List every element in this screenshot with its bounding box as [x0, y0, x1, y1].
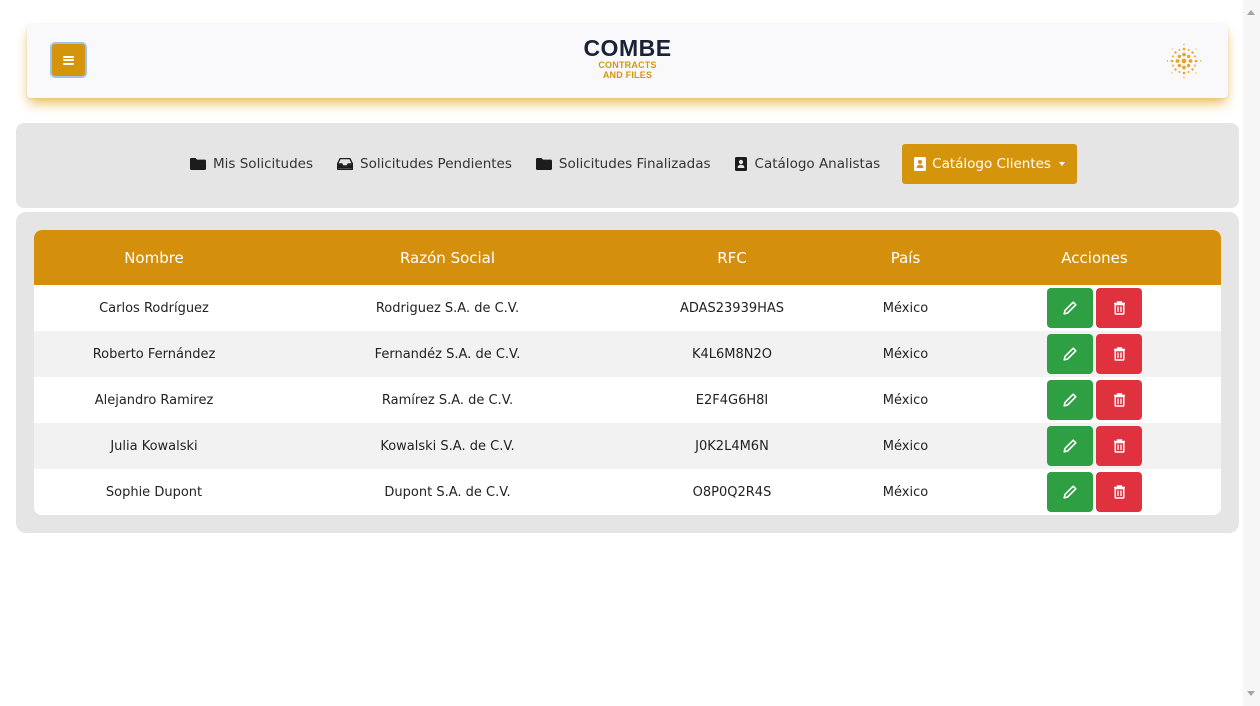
cell-razon-social: Ramírez S.A. de C.V.: [381, 392, 514, 408]
clients-table-container: Nombre Razón Social RFC País Acciones Ca…: [34, 230, 1221, 515]
cell-rfc: J0K2L4M6N: [695, 438, 769, 454]
edit-button[interactable]: [1047, 426, 1093, 466]
cell-rfc: ADAS23939HAS: [679, 300, 785, 316]
header-nombre: Nombre: [124, 248, 184, 267]
cell-nombre: Sophie Dupont: [105, 484, 203, 500]
edit-button[interactable]: [1047, 288, 1093, 328]
main-navbar: Mis Solicitudes Solicitudes Pendientes S…: [16, 123, 1239, 208]
sun-logo-icon: [1166, 43, 1202, 79]
table-row: Alejandro Ramirez Ramírez S.A. de C.V. E…: [34, 377, 1221, 423]
logo-title: COMBE: [583, 35, 672, 61]
cell-rfc: K4L6M8N2O: [691, 346, 773, 362]
cell-razon-social: Rodriguez S.A. de C.V.: [375, 300, 520, 316]
cell-pais: México: [882, 300, 929, 316]
cell-rfc: E2F4G6H8I: [695, 392, 769, 408]
cell-nombre: Julia Kowalski: [110, 438, 198, 454]
nav-label: Mis Solicitudes: [213, 156, 313, 172]
nav-mis-solicitudes[interactable]: Mis Solicitudes: [178, 144, 325, 184]
clients-table: Nombre Razón Social RFC País Acciones Ca…: [34, 230, 1221, 515]
nav-catalogo-analistas[interactable]: Catálogo Analistas: [723, 144, 893, 184]
logo-subtitle-line2: AND FILES: [602, 70, 653, 80]
cell-nombre: Roberto Fernández: [92, 346, 216, 362]
nav-label: Catálogo Analistas: [754, 156, 881, 172]
cell-acciones: [968, 285, 1221, 331]
pencil-icon: [1063, 393, 1077, 407]
table-row: Julia Kowalski Kowalski S.A. de C.V. J0K…: [34, 423, 1221, 469]
contact-book-icon: [914, 157, 927, 171]
cell-pais: México: [882, 484, 929, 500]
table-header-row: Nombre Razón Social RFC País Acciones: [34, 230, 1221, 285]
nav-label: Catálogo Clientes: [932, 156, 1051, 172]
cell-razon-social: Fernandéz S.A. de C.V.: [374, 346, 521, 362]
trash-icon: [1113, 347, 1125, 361]
cell-razon-social: Kowalski S.A. de C.V.: [380, 438, 515, 454]
pencil-icon: [1063, 347, 1077, 361]
delete-button[interactable]: [1096, 288, 1142, 328]
vertical-scrollbar[interactable]: [1243, 0, 1260, 706]
nav-solicitudes-finalizadas[interactable]: Solicitudes Finalizadas: [524, 144, 723, 184]
cell-acciones: [968, 377, 1221, 423]
pencil-icon: [1063, 439, 1077, 453]
folder-icon: [535, 158, 552, 170]
delete-button[interactable]: [1096, 426, 1142, 466]
app-header: COMBE CONTRACTS AND FILES: [27, 24, 1228, 98]
cell-pais: México: [882, 346, 929, 362]
trash-icon: [1113, 393, 1125, 407]
nav-catalogo-clientes-dropdown[interactable]: Catálogo Clientes: [902, 144, 1077, 184]
nav-label: Solicitudes Pendientes: [360, 156, 512, 172]
pencil-icon: [1063, 485, 1077, 499]
edit-button[interactable]: [1047, 334, 1093, 374]
cell-razon-social: Dupont S.A. de C.V.: [384, 484, 511, 500]
trash-icon: [1113, 439, 1125, 453]
cell-acciones: [968, 423, 1221, 469]
cell-acciones: [968, 469, 1221, 515]
delete-button[interactable]: [1096, 334, 1142, 374]
edit-button[interactable]: [1047, 380, 1093, 420]
cell-pais: México: [882, 392, 929, 408]
cell-nombre: Alejandro Ramirez: [94, 392, 214, 408]
cell-nombre: Carlos Rodríguez: [99, 300, 209, 316]
inbox-icon: [337, 158, 353, 170]
table-row: Carlos Rodríguez Rodriguez S.A. de C.V. …: [34, 285, 1221, 331]
folder-icon: [190, 158, 207, 170]
pencil-icon: [1063, 301, 1077, 315]
delete-button[interactable]: [1096, 380, 1142, 420]
cell-rfc: O8P0Q2R4S: [692, 484, 772, 500]
app-logo: COMBE CONTRACTS AND FILES: [27, 36, 1228, 80]
header-rfc: RFC: [717, 248, 747, 267]
nav-solicitudes-pendientes[interactable]: Solicitudes Pendientes: [325, 144, 524, 184]
caret-down-icon: [1058, 162, 1065, 166]
table-row: Sophie Dupont Dupont S.A. de C.V. O8P0Q2…: [34, 469, 1221, 515]
nav-label: Solicitudes Finalizadas: [558, 156, 711, 172]
scroll-down-arrow-icon[interactable]: [1247, 691, 1255, 696]
cell-pais: México: [882, 438, 929, 454]
cell-acciones: [968, 331, 1221, 377]
delete-button[interactable]: [1096, 472, 1142, 512]
scroll-up-arrow-icon[interactable]: [1247, 10, 1255, 15]
edit-button[interactable]: [1047, 472, 1093, 512]
clients-panel: Nombre Razón Social RFC País Acciones Ca…: [16, 212, 1239, 533]
header-pais: País: [890, 248, 921, 267]
table-row: Roberto Fernández Fernandéz S.A. de C.V.…: [34, 331, 1221, 377]
logo-subtitle-line1: CONTRACTS: [598, 60, 657, 70]
header-acciones: Acciones: [1061, 248, 1128, 267]
trash-icon: [1113, 485, 1125, 499]
contact-book-icon: [734, 157, 747, 171]
trash-icon: [1113, 301, 1125, 315]
header-razon-social: Razón Social: [399, 248, 496, 267]
